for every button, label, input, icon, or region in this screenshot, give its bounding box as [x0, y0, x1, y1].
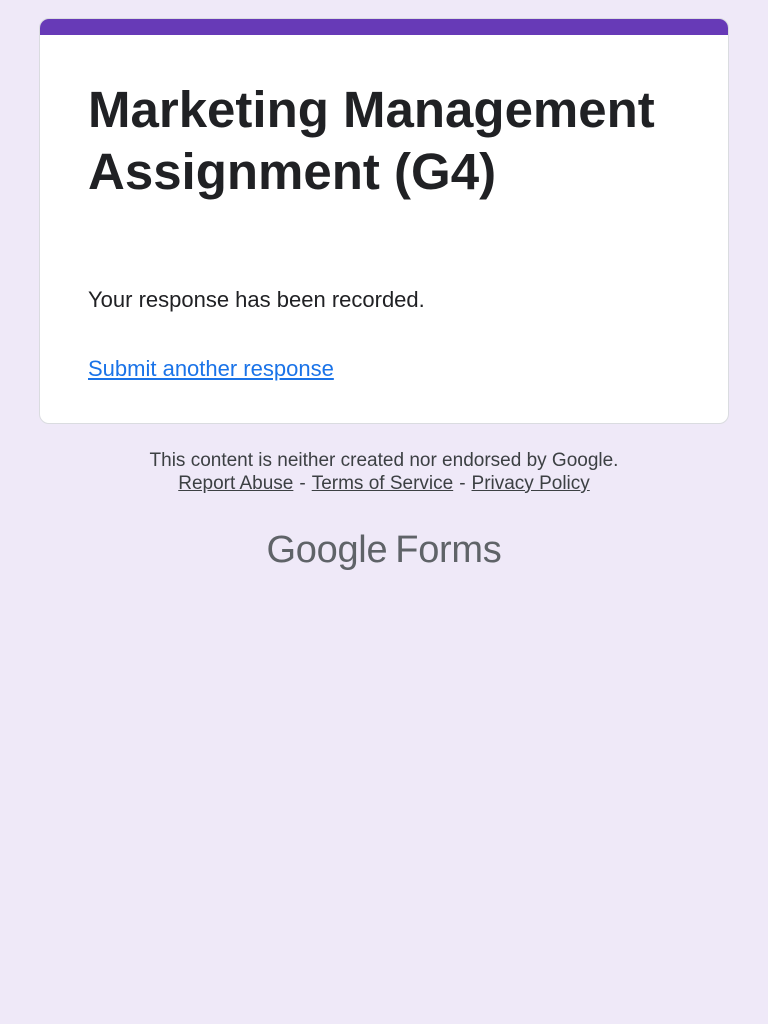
submit-another-response-link[interactable]: Submit another response [88, 355, 334, 383]
form-title: Marketing Management Assignment (G4) [88, 81, 655, 200]
privacy-policy-link[interactable]: Privacy Policy [472, 473, 590, 494]
card-accent-bar [40, 19, 728, 35]
report-abuse-link[interactable]: Report Abuse [178, 473, 293, 494]
confirmation-card: Marketing Management Assignment (G4) You… [39, 18, 729, 424]
page: Marketing Management Assignment (G4) You… [0, 0, 768, 1024]
footer-disclaimer: This content is neither created nor endo… [149, 450, 619, 471]
terms-of-service-link[interactable]: Terms of Service [312, 473, 453, 494]
confirmation-message: Your response has been recorded. [88, 287, 425, 312]
google-wordmark: Google [266, 529, 388, 571]
forms-wordmark: Forms [395, 529, 502, 571]
footer-separator: - [459, 473, 466, 494]
footer: This content is neither created nor endo… [0, 449, 768, 495]
footer-separator: - [299, 473, 306, 494]
footer-links: Report Abuse - Terms of Service - Privacy Po… [0, 472, 768, 495]
google-forms-logo[interactable]: Google Forms [0, 527, 768, 573]
